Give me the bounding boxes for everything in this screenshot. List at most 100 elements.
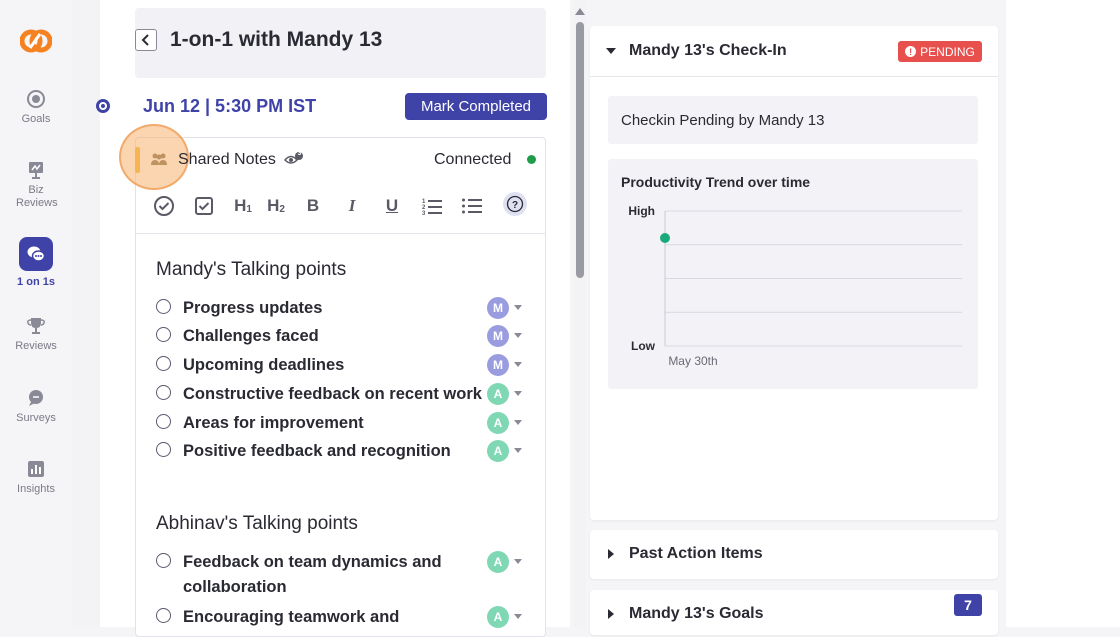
mark-completed-button[interactable]: Mark Completed: [405, 93, 547, 120]
checkin-status-text: Checkin Pending by Mandy 13: [608, 96, 978, 144]
chevron-down-icon[interactable]: [514, 448, 522, 453]
checkbox-circle[interactable]: [156, 414, 171, 429]
nav-label: Reviews: [15, 340, 57, 352]
checkbox-circle[interactable]: [156, 385, 171, 400]
assignee-avatar[interactable]: A: [487, 412, 509, 434]
section-title-mandy: Mandy's Talking points: [156, 259, 347, 280]
checkbox-circle[interactable]: [156, 356, 171, 371]
talking-point-text[interactable]: Areas for improvement: [183, 411, 483, 436]
chevron-left-icon: [141, 34, 149, 46]
chevron-down-icon[interactable]: [514, 559, 522, 564]
checkin-title[interactable]: Mandy 13's Check-In: [629, 42, 787, 60]
checkbox-circle[interactable]: [156, 299, 171, 314]
x-tick-label: May 30th: [668, 354, 717, 368]
goals-card[interactable]: Mandy 13's Goals 7: [590, 590, 998, 635]
bullet-list-icon[interactable]: [461, 195, 483, 217]
chevron-down-icon[interactable]: [514, 420, 522, 425]
chevron-down-icon[interactable]: [514, 362, 522, 367]
chevron-down-icon[interactable]: [514, 391, 522, 396]
collapse-caret-icon[interactable]: [606, 48, 616, 54]
nav-item-biz-reviews[interactable]: Biz Reviews: [0, 160, 72, 210]
scroll-up-arrow-icon[interactable]: [575, 8, 585, 15]
nav-item-insights[interactable]: Insights: [0, 459, 72, 495]
timeline-marker: [96, 99, 110, 113]
nav-item-surveys[interactable]: Surveys: [0, 388, 72, 424]
heading1-icon[interactable]: H1: [231, 195, 255, 217]
talking-point-text[interactable]: Challenges faced: [183, 324, 483, 349]
app-logo-icon[interactable]: [20, 28, 52, 54]
shared-notes-label[interactable]: Shared Notes: [178, 151, 276, 169]
status-badge-text: PENDING: [920, 44, 975, 59]
active-nav-highlight: [19, 237, 53, 271]
goals-count-badge: 7: [954, 594, 982, 616]
italic-icon[interactable]: I: [341, 195, 363, 217]
underline-icon[interactable]: U: [381, 195, 403, 217]
connection-status-dot: [527, 155, 536, 164]
chevron-down-icon[interactable]: [514, 333, 522, 338]
y-tick-label: High: [628, 204, 655, 218]
heading2-icon[interactable]: H2: [264, 195, 288, 217]
past-action-items-title[interactable]: Past Action Items: [629, 545, 763, 563]
bar-chart-icon: [28, 461, 44, 477]
goals-title[interactable]: Mandy 13's Goals: [629, 605, 764, 623]
assignee-avatar[interactable]: M: [487, 297, 509, 319]
bold-icon[interactable]: B: [302, 195, 324, 217]
expand-caret-icon[interactable]: [608, 609, 614, 619]
scrollbar-thumb[interactable]: [576, 22, 584, 278]
checkbox-circle[interactable]: [156, 327, 171, 342]
assignee-avatar[interactable]: M: [487, 325, 509, 347]
talking-point-text[interactable]: Encouraging teamwork and: [183, 605, 483, 630]
toolbar-divider: [136, 233, 545, 234]
svg-text:3: 3: [422, 211, 426, 216]
talking-point-text[interactable]: Progress updates: [183, 296, 483, 321]
chevron-down-icon[interactable]: [514, 614, 522, 619]
assignee-avatar[interactable]: A: [487, 551, 509, 573]
help-icon[interactable]: ?: [503, 192, 527, 216]
checkin-card: Mandy 13's Check-In ! PENDING Checkin Pe…: [590, 26, 998, 520]
assignee-avatar[interactable]: A: [487, 440, 509, 462]
connection-status: Connected: [434, 151, 512, 168]
left-nav-rail: Goals Biz Reviews 1 on 1s Reviews Survey…: [0, 0, 73, 627]
svg-text:?: ?: [512, 200, 518, 211]
survey-bubble-icon: [29, 390, 43, 406]
card-divider: [590, 76, 998, 77]
talking-point-text[interactable]: Constructive feedback on recent work: [183, 382, 483, 407]
y-tick-label: Low: [631, 339, 656, 353]
productivity-chart: Productivity Trend over time High Low May …: [608, 159, 978, 389]
checkbox-circle[interactable]: [156, 553, 171, 568]
checkbox-circle[interactable]: [156, 608, 171, 623]
past-action-items-card[interactable]: Past Action Items: [590, 530, 998, 579]
alert-icon: !: [905, 46, 917, 57]
chat-bubbles-icon: [27, 246, 46, 262]
page-margin: [1006, 0, 1120, 627]
nav-item-1-on-1s[interactable]: 1 on 1s: [0, 237, 72, 288]
nav-label: Goals: [21, 113, 51, 125]
checkmark-circle-icon[interactable]: [153, 195, 175, 217]
checkbox-icon[interactable]: [193, 195, 215, 217]
assignee-avatar[interactable]: A: [487, 606, 509, 628]
nav-label: 1 on 1s: [17, 276, 55, 288]
nav-item-goals[interactable]: Goals: [0, 89, 72, 125]
back-button[interactable]: [135, 29, 157, 51]
talking-point-text[interactable]: Feedback on team dynamics and collaborat…: [183, 550, 473, 600]
status-badge: ! PENDING: [898, 41, 982, 62]
checkbox-circle[interactable]: [156, 442, 171, 457]
talking-point-text[interactable]: Positive feedback and recognition: [183, 439, 483, 464]
section-title-abhinav: Abhinav's Talking points: [156, 513, 358, 534]
chevron-down-icon[interactable]: [514, 305, 522, 310]
target-icon: [27, 90, 45, 108]
chart-point: [660, 233, 670, 243]
nav-label: Biz Reviews: [16, 184, 58, 209]
assignee-avatar[interactable]: A: [487, 383, 509, 405]
viewers-eye-icon[interactable]: 3: [284, 150, 304, 166]
presentation-icon: [29, 162, 43, 179]
expand-caret-icon[interactable]: [608, 549, 614, 559]
trophy-icon: [27, 318, 45, 334]
nav-item-reviews[interactable]: Reviews: [0, 316, 72, 352]
ordered-list-icon[interactable]: 123: [421, 195, 443, 217]
viewers-count: 3: [297, 150, 302, 157]
talking-point-text[interactable]: Upcoming deadlines: [183, 353, 483, 378]
page-title: 1-on-1 with Mandy 13: [170, 28, 383, 51]
assignee-avatar[interactable]: M: [487, 354, 509, 376]
meeting-date: Jun 12 | 5:30 PM IST: [143, 96, 317, 116]
